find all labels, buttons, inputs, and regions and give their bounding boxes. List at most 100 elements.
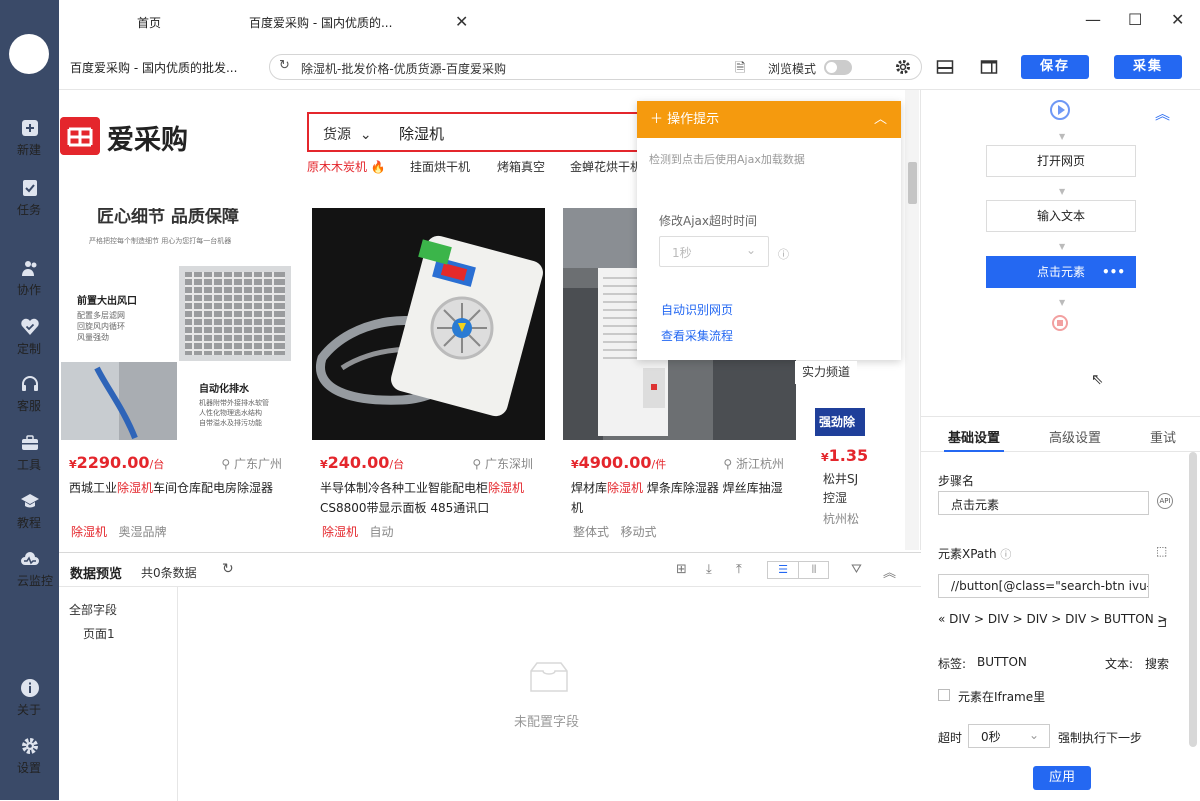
tag[interactable]: 除湿机 bbox=[322, 525, 358, 539]
filter-icon[interactable]: ⛛ bbox=[851, 562, 862, 577]
product-title[interactable]: 西城工业除湿机车间仓库配电房除湿器 bbox=[69, 478, 291, 498]
expand-icon[interactable]: ⊐ bbox=[1157, 616, 1167, 630]
api-icon[interactable]: API bbox=[1157, 493, 1173, 509]
apply-button[interactable]: 应用 bbox=[1033, 766, 1091, 790]
step-name-input[interactable]: 点击元素 bbox=[938, 491, 1149, 515]
product-card-partial[interactable]: 强劲除 ¥1.35 松井SJ 控湿 杭州松 bbox=[815, 408, 868, 550]
auto-detect-link[interactable]: 自动识别网页 bbox=[661, 301, 733, 318]
mouse-cursor-icon: ⇖ bbox=[1091, 370, 1104, 388]
iframe-checkbox[interactable] bbox=[938, 689, 950, 701]
title-highlight: 除湿机 bbox=[607, 481, 644, 495]
hot-link[interactable]: 烤箱真空 bbox=[497, 158, 545, 175]
avatar[interactable] bbox=[9, 34, 49, 74]
product-image[interactable] bbox=[312, 208, 545, 440]
search-box[interactable]: 货源 ⌄ 除湿机 bbox=[307, 112, 647, 152]
settings-scrollbar[interactable] bbox=[1189, 452, 1197, 747]
more-icon[interactable]: ••• bbox=[1102, 257, 1125, 287]
sidebar-item-service[interactable]: 客服 bbox=[0, 374, 59, 424]
timeout-select[interactable]: 0秒 ⌄ bbox=[968, 724, 1050, 748]
sidebar-item-cloud-monitor[interactable]: 云监控 bbox=[0, 549, 59, 599]
url-bar[interactable]: ↻ 除湿机-批发价格-优质货源-百度爱采购 🗎 浏览模式 bbox=[269, 54, 922, 80]
tag[interactable]: 整体式 bbox=[573, 525, 609, 539]
add-field-icon[interactable]: ⊞ bbox=[676, 562, 687, 577]
active-tab-indicator bbox=[944, 450, 1004, 452]
tip-header[interactable]: ＋ 操作提示 ︿ bbox=[637, 101, 901, 138]
sidebar-item-tutorial[interactable]: 教程 bbox=[0, 491, 59, 541]
page-item[interactable]: 页面1 bbox=[83, 625, 115, 642]
gear-icon[interactable] bbox=[894, 58, 912, 76]
all-fields-item[interactable]: 全部字段 bbox=[69, 601, 117, 618]
help-icon[interactable]: ⓘ bbox=[1000, 548, 1011, 561]
hot-link[interactable]: 金蝉花烘干机 bbox=[570, 158, 642, 175]
ajax-timeout-select[interactable]: 1秒 ⌄ bbox=[659, 236, 769, 267]
chevron-up-icon[interactable]: ︿ bbox=[874, 101, 887, 138]
product-title[interactable]: 焊材库除湿机 焊条库除湿器 焊丝库抽湿机 bbox=[571, 478, 793, 518]
element-picker-icon[interactable]: ⬚ bbox=[1156, 544, 1167, 558]
tab-advanced-settings[interactable]: 高级设置 bbox=[1049, 427, 1101, 446]
sidebar-item-about[interactable]: 关于 bbox=[0, 678, 59, 728]
tag[interactable]: 除湿机 bbox=[71, 525, 107, 539]
product-card[interactable]: ¥240.00/台 ⚲ 广东深圳 半导体制冷各种工业智能配电柜除湿机 CS8800… bbox=[312, 208, 545, 550]
xpath-input[interactable]: //button[@class="search-btn ivu-bt bbox=[938, 574, 1149, 598]
element-breadcrumb[interactable]: « DIV > DIV > DIV > DIV > BUTTON > bbox=[938, 609, 1168, 629]
connector-arrow-icon: ▼ bbox=[1059, 298, 1066, 307]
minimize-icon[interactable]: — bbox=[1085, 10, 1101, 29]
flow-node-input-text[interactable]: 输入文本 bbox=[986, 200, 1136, 232]
sidebar-item-new[interactable]: 新建 bbox=[0, 118, 59, 168]
address-bar-row: 百度爱采购 - 国内优质的批发... ↻ 除湿机-批发价格-优质货源-百度爱采购… bbox=[59, 44, 1200, 90]
play-icon[interactable] bbox=[1050, 100, 1070, 120]
search-category-select[interactable]: 货源 ⌄ bbox=[323, 124, 372, 144]
browse-mode-toggle[interactable] bbox=[824, 60, 852, 75]
product-image[interactable]: 匠心细节 品质保障 严格把控每个制造细节 用心为您打每一台机器 前置大出风口 配… bbox=[61, 208, 294, 440]
tag[interactable]: 移动式 bbox=[620, 525, 656, 539]
channel-label[interactable]: 实力频道 bbox=[795, 361, 857, 384]
view-switch[interactable]: ☰ ⦀ bbox=[767, 561, 829, 579]
tab-home[interactable]: 首页 bbox=[137, 14, 161, 31]
export-icon[interactable]: ⤓ bbox=[706, 562, 712, 577]
tab-active[interactable]: 百度爱采购 - 国内优质的... bbox=[249, 14, 392, 31]
product-card[interactable]: 匠心细节 品质保障 严格把控每个制造细节 用心为您打每一台机器 前置大出风口 配… bbox=[61, 208, 294, 550]
view-flow-link[interactable]: 查看采集流程 bbox=[661, 327, 733, 344]
maximize-icon[interactable]: ☐ bbox=[1128, 10, 1142, 29]
sidebar-item-tasks[interactable]: 任务 bbox=[0, 178, 59, 228]
refresh-icon[interactable]: ↻ bbox=[222, 561, 234, 577]
browser-scrollbar[interactable] bbox=[905, 90, 919, 550]
collapse-icon[interactable]: ︽ bbox=[883, 562, 896, 581]
layout-right-icon[interactable] bbox=[980, 58, 998, 76]
close-icon[interactable]: ✕ bbox=[455, 12, 468, 31]
sidebar-item-tools[interactable]: 工具 bbox=[0, 433, 59, 483]
hot-link[interactable]: 原木木炭机 🔥 bbox=[307, 158, 386, 175]
product-title[interactable]: 松井SJ 控湿 bbox=[823, 470, 858, 508]
tab-retry[interactable]: 重试 bbox=[1150, 427, 1176, 446]
collect-button[interactable]: 采集 bbox=[1114, 55, 1182, 79]
reload-icon[interactable]: ↻ bbox=[279, 58, 290, 73]
window-close-icon[interactable]: ✕ bbox=[1171, 10, 1184, 29]
help-icon[interactable]: ⓘ bbox=[778, 246, 789, 262]
flow-node-open-page[interactable]: 打开网页 bbox=[986, 145, 1136, 177]
tab-basic-settings[interactable]: 基础设置 bbox=[948, 427, 1000, 446]
scrollbar-thumb[interactable] bbox=[908, 162, 917, 204]
tag[interactable]: 自动 bbox=[369, 525, 393, 539]
product-tags: 整体式 移动式 bbox=[573, 523, 656, 540]
hot-link[interactable]: 挂面烘干机 bbox=[410, 158, 470, 175]
list-view-icon[interactable]: ☰ bbox=[768, 562, 799, 578]
column-view-icon[interactable]: ⦀ bbox=[799, 562, 829, 578]
sidebar-item-settings[interactable]: 设置 bbox=[0, 736, 59, 786]
price-value: 4900.00 bbox=[578, 453, 652, 472]
save-button[interactable]: 保存 bbox=[1021, 55, 1089, 79]
document-icon[interactable]: 🗎 bbox=[735, 59, 745, 81]
layout-bottom-icon[interactable] bbox=[936, 58, 954, 76]
product-title[interactable]: 半导体制冷各种工业智能配电柜除湿机 CS8800带显示面板 485通讯口 bbox=[320, 478, 542, 518]
search-input[interactable]: 除湿机 bbox=[399, 123, 444, 144]
tag[interactable]: 奥湿品牌 bbox=[118, 525, 166, 539]
text-label: 文本: bbox=[1105, 657, 1134, 671]
chevron-double-up-icon[interactable]: ︽ bbox=[1155, 103, 1170, 124]
site-logo[interactable]: 爱采购 bbox=[107, 118, 188, 157]
connector-arrow-icon: ▼ bbox=[1059, 132, 1066, 141]
import-icon[interactable]: ⤒ bbox=[736, 562, 742, 577]
sidebar-item-collab[interactable]: 协作 bbox=[0, 258, 59, 308]
url-text[interactable]: 除湿机-批发价格-优质货源-百度爱采购 bbox=[301, 60, 506, 77]
sidebar-item-custom[interactable]: 定制 bbox=[0, 317, 59, 367]
stop-icon[interactable] bbox=[1052, 315, 1068, 331]
flow-node-click-element[interactable]: 点击元素 ••• bbox=[986, 256, 1136, 288]
